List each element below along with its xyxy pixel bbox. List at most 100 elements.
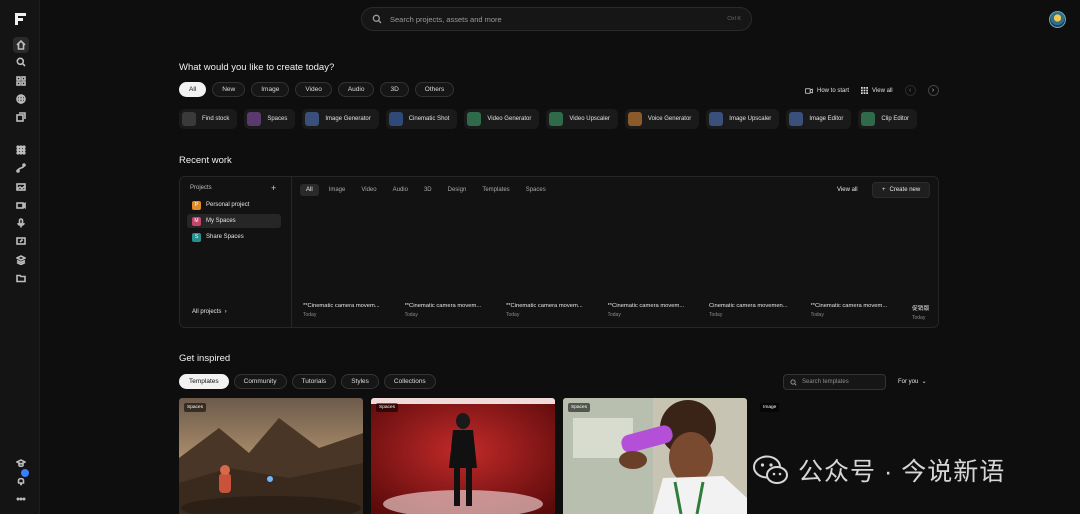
folder-icon[interactable] bbox=[13, 270, 29, 286]
global-search-input[interactable]: Search projects, assets and more Ctrl K bbox=[361, 7, 752, 31]
project-personal[interactable]: P Personal project bbox=[187, 198, 281, 212]
all-projects-link[interactable]: All projects › bbox=[192, 309, 227, 315]
template-thumb-astronaut[interactable]: Spaces bbox=[179, 398, 363, 514]
library-icon[interactable] bbox=[13, 109, 29, 125]
inspired-tab-styles[interactable]: Styles bbox=[341, 374, 379, 389]
how-to-start-link[interactable]: How to start bbox=[805, 88, 849, 94]
tool-chip[interactable]: Spaces bbox=[244, 109, 296, 129]
projects-sidebar: Projects + P Personal project M My Space… bbox=[180, 177, 292, 327]
tool-chip[interactable]: Find stock bbox=[179, 109, 238, 129]
recent-view-all-link[interactable]: View all bbox=[837, 187, 858, 193]
left-rail bbox=[0, 0, 40, 514]
tool-chip[interactable]: Video Upscaler New bbox=[546, 108, 618, 129]
tool-label: Clip Editor bbox=[881, 116, 910, 122]
sort-dropdown[interactable]: For you ⌄ bbox=[898, 378, 927, 385]
spaces-icon[interactable] bbox=[13, 160, 29, 176]
tool-icon bbox=[467, 112, 482, 126]
grid-icon[interactable] bbox=[13, 142, 29, 158]
inspired-heading: Get inspired bbox=[179, 353, 231, 364]
tool-chip[interactable]: Video Generator bbox=[464, 109, 540, 129]
filter-others[interactable]: Others bbox=[414, 82, 455, 97]
tool-chip[interactable]: Image Upscaler bbox=[706, 109, 780, 129]
inspired-tab-templates[interactable]: Templates bbox=[179, 374, 229, 389]
new-badge: New bbox=[600, 108, 614, 109]
recent-item-card[interactable]: **Cinematic camera movem... Today bbox=[608, 303, 702, 318]
recent-item-card[interactable]: Cinematic camera movemen... Today bbox=[709, 303, 803, 318]
inspired-tab-community[interactable]: Community bbox=[233, 374, 287, 389]
recent-item-title: 促销版 bbox=[912, 306, 930, 312]
tool-chip[interactable]: Voice Generator bbox=[624, 109, 700, 129]
thumb-type-label: Image bbox=[760, 403, 780, 412]
recent-item-card[interactable]: **Cinematic camera movem... Today bbox=[811, 303, 905, 318]
project-color-badge: S bbox=[192, 232, 201, 242]
recent-item-card[interactable]: **Cinematic camera movem... Today bbox=[303, 303, 397, 318]
image-icon[interactable] bbox=[13, 179, 29, 195]
recent-item-card[interactable]: **Cinematic camera movem... Today bbox=[405, 303, 499, 318]
tool-chip[interactable]: Clip Editor bbox=[858, 109, 918, 129]
new-badge: New bbox=[440, 108, 454, 109]
recent-item-title: **Cinematic camera movem... bbox=[303, 303, 380, 309]
recent-item-card[interactable]: **Cinematic camera movem... Today bbox=[506, 303, 600, 318]
recent-tab-design[interactable]: Design bbox=[442, 184, 473, 196]
recent-item-date: Today bbox=[912, 315, 926, 321]
filter-all[interactable]: All bbox=[179, 82, 207, 97]
microphone-icon[interactable] bbox=[13, 215, 29, 231]
notifications-bell-icon[interactable] bbox=[13, 469, 29, 489]
filter-image[interactable]: Image bbox=[251, 82, 290, 97]
recent-tab-image[interactable]: Image bbox=[323, 184, 352, 196]
inspired-tabs: Templates Community Tutorials Styles Col… bbox=[179, 374, 436, 389]
recent-tab-audio[interactable]: Audio bbox=[387, 184, 414, 196]
tool-icon bbox=[549, 112, 564, 126]
template-thumb-athlete-drink[interactable]: Spaces bbox=[563, 398, 747, 514]
tool-chip[interactable]: Image Generator bbox=[302, 109, 379, 129]
user-avatar[interactable] bbox=[1049, 11, 1066, 28]
search-icon[interactable] bbox=[13, 54, 29, 70]
thumb-type-label: Spaces bbox=[184, 403, 206, 412]
filter-video[interactable]: Video bbox=[295, 82, 332, 97]
filter-3d[interactable]: 3D bbox=[380, 82, 409, 97]
tool-label: Find stock bbox=[202, 116, 230, 122]
add-project-button[interactable]: + bbox=[271, 183, 276, 193]
recent-item-card[interactable]: 促销版 Today bbox=[912, 303, 936, 321]
chevron-right-icon: › bbox=[223, 309, 227, 315]
recent-type-tabs: All Image Video Audio 3D Design Template… bbox=[300, 184, 552, 196]
view-all-link[interactable]: View all bbox=[861, 87, 893, 94]
tool-icon bbox=[627, 112, 642, 126]
recent-item-date: Today bbox=[506, 312, 520, 318]
search-icon bbox=[790, 378, 797, 386]
thumb-type-label: Spaces bbox=[568, 403, 590, 412]
filter-audio[interactable]: Audio bbox=[337, 82, 375, 97]
globe-icon[interactable] bbox=[13, 91, 29, 107]
chevron-left-icon[interactable]: ‹ bbox=[904, 85, 916, 96]
upscale-icon[interactable] bbox=[13, 233, 29, 249]
project-my-spaces[interactable]: M My Spaces bbox=[187, 214, 281, 228]
project-share-spaces[interactable]: S Share Spaces bbox=[187, 230, 281, 244]
how-to-start-label: How to start bbox=[817, 87, 850, 94]
recent-item-date: Today bbox=[607, 312, 621, 318]
template-search-input[interactable]: Search templates bbox=[783, 374, 886, 390]
recent-tab-spaces[interactable]: Spaces bbox=[520, 184, 552, 196]
tool-chip[interactable]: Cinematic Shot New bbox=[385, 108, 458, 129]
recent-tab-3d[interactable]: 3D bbox=[418, 184, 438, 196]
search-shortcut: Ctrl K bbox=[727, 16, 741, 22]
app-logo-icon[interactable] bbox=[14, 12, 28, 26]
astronaut-landscape-image bbox=[179, 398, 363, 514]
create-new-button[interactable]: + Create new bbox=[872, 182, 931, 198]
recent-tab-video[interactable]: Video bbox=[355, 184, 382, 196]
template-thumb-red-stage[interactable]: Spaces bbox=[371, 398, 555, 514]
recent-tab-all[interactable]: All bbox=[300, 184, 319, 196]
stack-icon[interactable] bbox=[13, 252, 29, 268]
inspired-tab-collections[interactable]: Collections bbox=[383, 374, 436, 389]
video-icon[interactable] bbox=[13, 197, 29, 213]
chevron-right-icon[interactable]: › bbox=[927, 85, 939, 96]
tool-label: Cinematic Shot bbox=[408, 116, 450, 122]
wechat-icon bbox=[753, 455, 788, 484]
tool-chip[interactable]: Image Editor bbox=[786, 109, 852, 129]
apps-icon[interactable] bbox=[13, 73, 29, 89]
recent-item-title: **Cinematic camera movem... bbox=[506, 303, 583, 309]
home-icon[interactable] bbox=[13, 37, 29, 53]
recent-tab-templates[interactable]: Templates bbox=[476, 184, 515, 196]
filter-new[interactable]: New bbox=[212, 82, 246, 97]
inspired-tab-tutorials[interactable]: Tutorials bbox=[291, 374, 337, 389]
more-icon[interactable] bbox=[13, 491, 29, 507]
